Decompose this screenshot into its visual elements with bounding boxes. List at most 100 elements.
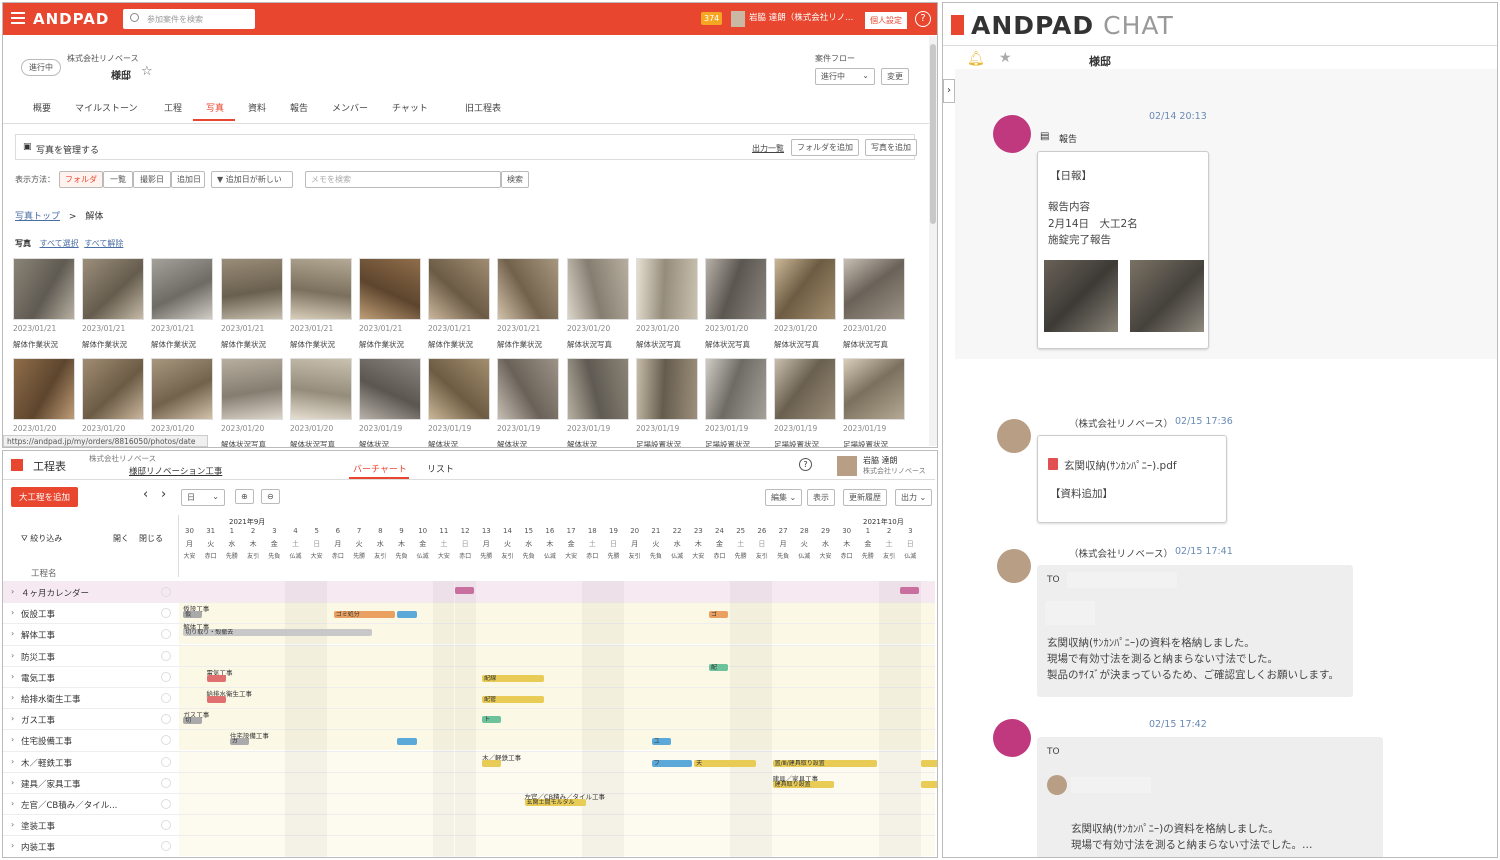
row-status-dot[interactable] bbox=[161, 714, 171, 725]
report-photo-2[interactable] bbox=[1130, 260, 1204, 332]
row-status-dot[interactable] bbox=[161, 756, 171, 767]
tab-0[interactable]: 概要 bbox=[33, 101, 51, 114]
row-status-dot[interactable] bbox=[161, 820, 171, 831]
gantt-bar[interactable]: ゴミ処分 bbox=[333, 611, 396, 619]
collapse-all-button[interactable]: 閉じる bbox=[139, 533, 163, 544]
help-icon[interactable]: ? bbox=[915, 11, 931, 27]
photo-thumbnail[interactable] bbox=[567, 258, 629, 320]
edit-select[interactable]: 編集 ⌄ bbox=[765, 489, 803, 506]
photo-thumbnail[interactable] bbox=[221, 358, 283, 420]
row-status-dot[interactable] bbox=[161, 650, 171, 661]
photo-label[interactable]: 解体状況 bbox=[497, 439, 527, 447]
row-status-dot[interactable] bbox=[161, 777, 171, 788]
breadcrumb-photo-top[interactable]: 写真トップ bbox=[15, 212, 60, 222]
gantt-bar[interactable] bbox=[397, 738, 417, 746]
photo-label[interactable]: 解体作業状況 bbox=[82, 339, 127, 350]
update-history-button[interactable]: 更新履歴 bbox=[843, 489, 887, 506]
calendar-marker[interactable] bbox=[899, 587, 919, 594]
tab-5[interactable]: 報告 bbox=[290, 101, 308, 114]
add-folder-button[interactable]: フォルダを追加 bbox=[791, 139, 859, 156]
photo-thumbnail[interactable] bbox=[774, 258, 836, 320]
row-status-dot[interactable] bbox=[161, 735, 171, 746]
photo-label[interactable]: 解体状況写真 bbox=[636, 339, 681, 350]
tab-3[interactable]: 写真 bbox=[206, 101, 224, 114]
gantt-bar[interactable]: 天 bbox=[694, 759, 756, 767]
expand-chevron-icon[interactable]: › bbox=[11, 714, 14, 723]
photo-label[interactable]: 解体状況写真 bbox=[290, 439, 335, 447]
photo-label[interactable]: 足場設置状況 bbox=[774, 439, 819, 447]
expand-chevron-icon[interactable]: › bbox=[11, 757, 14, 766]
photo-thumbnail[interactable] bbox=[428, 258, 490, 320]
tab-6[interactable]: メンバー bbox=[332, 101, 368, 114]
expand-chevron-icon[interactable]: › bbox=[11, 608, 14, 617]
view-mode-3[interactable]: 追加日 bbox=[171, 171, 205, 188]
andpad-logo[interactable]: ANDPAD bbox=[33, 10, 109, 28]
gantt-bar[interactable]: ユ bbox=[651, 738, 671, 746]
schedule-help-icon[interactable]: ? bbox=[799, 458, 812, 471]
tab-4[interactable]: 資料 bbox=[248, 101, 266, 114]
gantt-bar[interactable] bbox=[206, 696, 226, 703]
schedule-project-link[interactable]: 様邸リノベーション工事 bbox=[129, 465, 222, 477]
photo-label[interactable]: 解体状況写真 bbox=[705, 339, 750, 350]
expand-chevron-icon[interactable]: › bbox=[11, 587, 14, 596]
photo-label[interactable]: 解体作業状況 bbox=[151, 339, 196, 350]
photo-label[interactable]: 足場設置状況 bbox=[636, 439, 681, 447]
row-status-dot[interactable] bbox=[161, 587, 171, 597]
photo-thumbnail[interactable] bbox=[636, 258, 698, 320]
row-status-dot[interactable] bbox=[161, 799, 171, 809]
expand-sidebar-icon[interactable]: › bbox=[943, 79, 955, 103]
photo-thumbnail[interactable] bbox=[13, 258, 75, 320]
sort-select[interactable]: ▼ 追加日が新しい bbox=[211, 171, 293, 188]
notification-badge[interactable]: 374 bbox=[701, 12, 723, 25]
gantt-bar[interactable] bbox=[921, 780, 937, 788]
tab-8[interactable]: 旧工程表 bbox=[465, 101, 501, 114]
user-menu[interactable]: 岩脇 達朗（株式会社リノ... bbox=[731, 11, 853, 27]
bell-icon[interactable]: 🔔︎ bbox=[967, 51, 985, 67]
gantt-bar[interactable]: ゴ bbox=[709, 611, 729, 619]
file-name[interactable]: 玄関収納(ｻﾝｶﾝﾊﾟﾆｰ).pdf bbox=[1064, 458, 1177, 473]
add-major-process-button[interactable]: 大工程を追加 bbox=[11, 487, 79, 507]
tab-7[interactable]: チャット bbox=[392, 101, 428, 114]
add-photo-button[interactable]: 写真を追加 bbox=[865, 139, 917, 156]
expand-chevron-icon[interactable]: › bbox=[11, 735, 14, 744]
gantt-bar[interactable]: 配管 bbox=[482, 696, 544, 703]
photo-label[interactable]: 解体状況 bbox=[567, 439, 597, 447]
photo-label[interactable]: 解体状況 bbox=[359, 439, 389, 447]
tab-2[interactable]: 工程 bbox=[164, 101, 182, 114]
expand-chevron-icon[interactable]: › bbox=[11, 651, 14, 660]
row-status-dot[interactable] bbox=[161, 671, 171, 682]
row-status-dot[interactable] bbox=[161, 841, 171, 852]
gantt-bar[interactable]: ガ bbox=[229, 738, 250, 746]
report-photo-1[interactable] bbox=[1044, 260, 1118, 332]
expand-chevron-icon[interactable]: › bbox=[11, 672, 14, 681]
gantt-bar[interactable]: 切り取り・殻撤去 bbox=[183, 629, 373, 637]
gantt-bar[interactable]: フ bbox=[651, 759, 693, 767]
star-icon[interactable]: ★ bbox=[999, 50, 1012, 66]
photo-thumbnail[interactable] bbox=[774, 358, 836, 420]
photo-label[interactable]: 解体状況写真 bbox=[774, 339, 819, 350]
photo-thumbnail[interactable] bbox=[290, 258, 352, 320]
view-mode-0[interactable]: フォルダ bbox=[59, 171, 103, 188]
prev-arrow-icon[interactable]: ‹ bbox=[143, 487, 148, 502]
photo-thumbnail[interactable] bbox=[636, 358, 698, 420]
menu-icon[interactable] bbox=[11, 12, 25, 24]
gantt-bar[interactable]: 配線 bbox=[482, 674, 544, 682]
report-card[interactable]: 【日報】 報告内容 2月14日 大工2名 施錠完了報告 bbox=[1037, 151, 1209, 349]
next-arrow-icon[interactable]: › bbox=[161, 487, 166, 502]
zoom-in-icon[interactable]: ⊕ bbox=[235, 489, 254, 504]
calendar-marker[interactable] bbox=[454, 587, 474, 594]
photo-thumbnail[interactable] bbox=[843, 258, 905, 320]
memo-search-input[interactable]: メモを検索 bbox=[305, 171, 501, 188]
expand-chevron-icon[interactable]: › bbox=[11, 820, 14, 829]
gantt-bar[interactable] bbox=[482, 759, 502, 767]
photo-thumbnail[interactable] bbox=[13, 358, 75, 420]
photo-label[interactable]: 解体作業状況 bbox=[359, 339, 404, 350]
photo-thumbnail[interactable] bbox=[359, 258, 421, 320]
unit-select[interactable]: 日 ⌄ bbox=[181, 489, 225, 506]
photo-label[interactable]: 解体作業状況 bbox=[428, 339, 473, 350]
gantt-bar[interactable]: 玄関土間モルタル bbox=[524, 799, 587, 806]
tab-1[interactable]: マイルストーン bbox=[75, 101, 138, 114]
filter-button[interactable]: ⛛ 絞り込み bbox=[21, 533, 62, 544]
row-status-dot[interactable] bbox=[161, 608, 171, 619]
output-select[interactable]: 出力 ⌄ bbox=[895, 489, 933, 506]
